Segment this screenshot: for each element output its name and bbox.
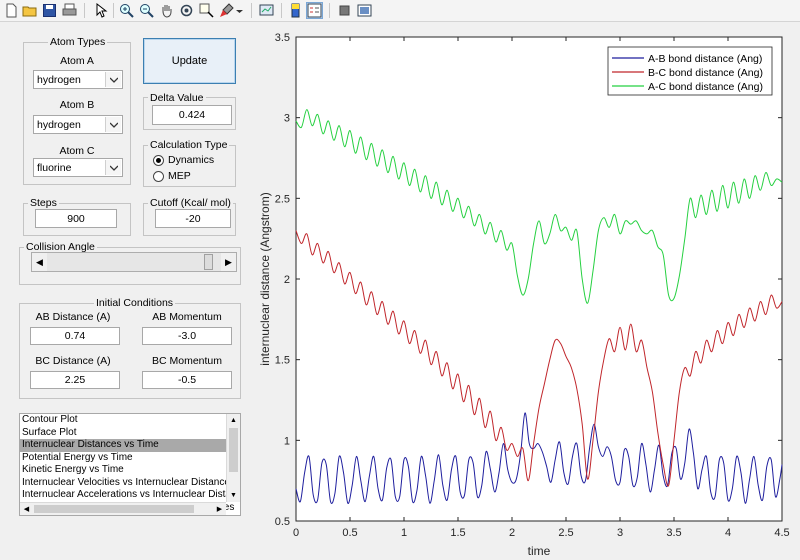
x-tick-label: 4.5 — [774, 527, 789, 539]
x-tick-label: 0 — [293, 527, 299, 539]
x-axis-label: time — [528, 544, 551, 558]
y-tick-label: 0.5 — [275, 516, 290, 528]
y-tick-label: 1 — [284, 435, 290, 447]
x-tick-label: 3 — [617, 527, 623, 539]
legend-entry-label: A-C bond distance (Ang) — [648, 81, 763, 93]
y-tick-label: 3 — [284, 113, 290, 125]
distance-time-plot: 0 0.5 1 1.5 2 2.5 3 3.5 4 4.50.511.522.533.5 time… — [258, 32, 790, 558]
x-tick-label: 2.5 — [558, 527, 573, 539]
legend-entry-label: B-C bond distance (Ang) — [648, 67, 763, 79]
legend-entry-label: A-B bond distance (Ang) — [648, 53, 762, 65]
y-tick-label: 1.5 — [275, 355, 290, 367]
x-tick-label: 2 — [509, 527, 515, 539]
x-tick-label: 1.5 — [450, 527, 465, 539]
x-tick-label: 4 — [725, 527, 731, 539]
x-tick-label: 1 — [401, 527, 407, 539]
x-tick-label: 3.5 — [666, 527, 681, 539]
y-tick-label: 2.5 — [275, 193, 290, 205]
plot-legend: A-B bond distance (Ang) B-C bond distance… — [607, 46, 773, 96]
y-axis-label: internuclear distance (Angstrom) — [258, 192, 272, 365]
plot-area — [295, 36, 783, 522]
y-tick-label: 2 — [284, 274, 290, 286]
y-tick-label: 3.5 — [275, 32, 290, 44]
x-tick-label: 0.5 — [342, 527, 357, 539]
